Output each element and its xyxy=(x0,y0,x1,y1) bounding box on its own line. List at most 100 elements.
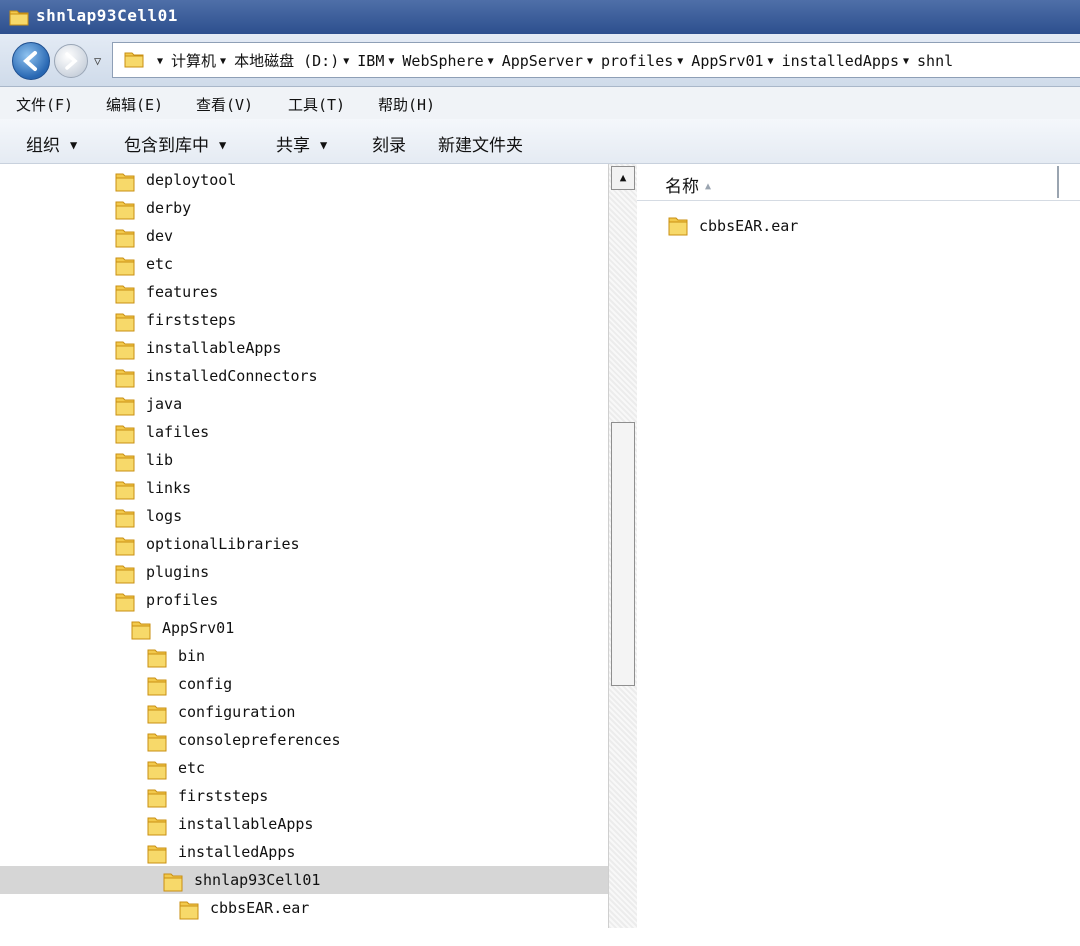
breadcrumb-item[interactable]: 本地磁盘 (D:) xyxy=(234,52,339,70)
tree-item[interactable]: installableApps xyxy=(0,334,608,362)
menu-file[interactable]: 文件(F) xyxy=(16,94,73,115)
chevron-down-icon: ▼ xyxy=(219,138,227,152)
tree-item-label: installableApps xyxy=(178,815,314,833)
tree-item[interactable]: optionalLibraries xyxy=(0,530,608,558)
tree-item[interactable]: cbbsEAR.ear xyxy=(0,894,608,922)
tree-item-label: firststeps xyxy=(146,311,237,329)
tree-item-label: lafiles xyxy=(146,423,210,441)
tree-item[interactable]: lafiles xyxy=(0,418,608,446)
tree-item-label: installableApps xyxy=(146,339,282,357)
menu-view[interactable]: 查看(V) xyxy=(196,94,253,115)
include-in-library-button[interactable]: 包含到库中 ▼ xyxy=(124,131,226,156)
column-divider[interactable] xyxy=(1057,166,1059,198)
recent-pages-dropdown[interactable]: ▽ xyxy=(94,54,101,68)
chevron-down-icon[interactable]: ▼ xyxy=(220,56,226,67)
menu-tools[interactable]: 工具(T) xyxy=(288,94,345,115)
tree-item-label: derby xyxy=(146,199,192,217)
tree-item[interactable]: firststeps xyxy=(0,306,608,334)
breadcrumb-item[interactable]: WebSphere xyxy=(402,52,483,70)
tree-item[interactable]: firststeps xyxy=(0,782,608,810)
chevron-down-icon[interactable]: ▼ xyxy=(903,56,909,67)
tree-item[interactable]: java xyxy=(0,390,608,418)
breadcrumb-item[interactable]: AppServer xyxy=(502,52,583,70)
chevron-down-icon[interactable]: ▼ xyxy=(488,56,494,67)
tree-item-label: firststeps xyxy=(178,787,269,805)
navigation-tree: deploytool derby dev etc features firststeps i… xyxy=(0,164,608,928)
tree-item[interactable]: plugins xyxy=(0,558,608,586)
window-title: shnlap93Cell01 xyxy=(36,6,178,25)
sort-ascending-icon: ▲ xyxy=(705,181,712,192)
tree-item[interactable]: links xyxy=(0,474,608,502)
bottom-edge xyxy=(0,928,1080,946)
tree-item[interactable]: etc xyxy=(0,754,608,782)
tree-item[interactable]: dev xyxy=(0,222,608,250)
tree-item-label: consolepreferences xyxy=(178,731,341,749)
tree-item-label: bin xyxy=(178,647,206,665)
tree-item[interactable]: config xyxy=(0,670,608,698)
scroll-up-button[interactable]: ▲ xyxy=(611,166,635,190)
new-folder-button[interactable]: 新建文件夹 xyxy=(438,131,523,156)
back-arrow-icon xyxy=(22,51,37,71)
back-button[interactable] xyxy=(12,42,50,80)
chevron-down-icon[interactable]: ▼ xyxy=(157,56,163,67)
menu-edit[interactable]: 编辑(E) xyxy=(106,94,163,115)
folder-icon xyxy=(667,214,689,242)
share-button[interactable]: 共享 ▼ xyxy=(276,131,327,156)
tree-item-label: deploytool xyxy=(146,171,237,189)
tree-scrollbar[interactable]: ▲ xyxy=(608,164,638,928)
forward-arrow-icon xyxy=(65,52,78,70)
burn-button[interactable]: 刻录 xyxy=(372,131,406,156)
tree-item[interactable]: installedConnectors xyxy=(0,362,608,390)
tree-item[interactable]: configuration xyxy=(0,698,608,726)
tree-item[interactable]: bin xyxy=(0,642,608,670)
tree-item-label: config xyxy=(178,675,233,693)
chevron-down-icon[interactable]: ▼ xyxy=(768,56,774,67)
tree-item-label: dev xyxy=(146,227,174,245)
tree-item-label: etc xyxy=(146,255,174,273)
tree-item[interactable]: lib xyxy=(0,446,608,474)
tree-item[interactable]: installedApps xyxy=(0,838,608,866)
chevron-down-icon[interactable]: ▼ xyxy=(587,56,593,67)
address-input[interactable]: ▼ 计算机 ▼ 本地磁盘 (D:) ▼ IBM ▼ WebSphere ▼ AppServer ▼ p… xyxy=(112,42,1080,78)
tree-item-label: cbbsEAR.ear xyxy=(210,899,310,917)
chevron-down-icon[interactable]: ▼ xyxy=(388,56,394,67)
forward-button[interactable] xyxy=(54,44,88,78)
tree-item-label: java xyxy=(146,395,183,413)
address-bar: ▽ ▼ 计算机 ▼ 本地磁盘 (D:) ▼ IBM ▼ WebSphere ▼ AppServer… xyxy=(0,34,1080,87)
breadcrumb-item[interactable]: installedApps xyxy=(782,52,899,70)
tree-item[interactable]: profiles xyxy=(0,586,608,614)
chevron-down-icon[interactable]: ▼ xyxy=(343,56,349,67)
file-list: 名称 ▲ cbbsEAR.ear xyxy=(637,164,1080,928)
scrollbar-thumb[interactable] xyxy=(611,422,635,686)
tree-item-label: links xyxy=(146,479,192,497)
column-header-name[interactable]: 名称 ▲ xyxy=(637,164,1080,201)
tree-item[interactable]: AppSrv01 xyxy=(0,614,608,642)
breadcrumb-item[interactable]: shnl xyxy=(917,52,953,70)
menu-bar: 文件(F) 编辑(E) 查看(V) 工具(T) 帮助(H) xyxy=(0,87,1080,119)
tree-item[interactable]: features xyxy=(0,278,608,306)
chevron-down-icon: ▼ xyxy=(70,138,78,152)
breadcrumb-item[interactable]: 计算机 xyxy=(171,52,216,70)
tree-item[interactable]: consolepreferences xyxy=(0,726,608,754)
tree-item-label: features xyxy=(146,283,219,301)
tree-item[interactable]: logs xyxy=(0,502,608,530)
tree-item-label: installedConnectors xyxy=(146,367,318,385)
breadcrumb-item[interactable]: IBM xyxy=(357,52,384,70)
organize-button[interactable]: 组织 ▼ xyxy=(26,131,77,156)
tree-item[interactable]: shnlap93Cell01 xyxy=(0,866,608,894)
tree-item-label: AppSrv01 xyxy=(162,619,235,637)
breadcrumb: ▼ 计算机 ▼ 本地磁盘 (D:) ▼ IBM ▼ WebSphere ▼ AppServer ▼ p… xyxy=(153,50,953,71)
tree-item[interactable]: deploytool xyxy=(0,166,608,194)
folder-icon xyxy=(123,48,145,74)
breadcrumb-item[interactable]: profiles xyxy=(601,52,673,70)
tree-item-label: installedApps xyxy=(178,843,296,861)
tree-item-label: optionalLibraries xyxy=(146,535,300,553)
tree-item-label: plugins xyxy=(146,563,210,581)
chevron-down-icon[interactable]: ▼ xyxy=(677,56,683,67)
chevron-up-icon: ▲ xyxy=(619,171,627,184)
menu-help[interactable]: 帮助(H) xyxy=(378,94,435,115)
breadcrumb-item[interactable]: AppSrv01 xyxy=(691,52,763,70)
tree-item[interactable]: installableApps xyxy=(0,810,608,838)
tree-item[interactable]: etc xyxy=(0,250,608,278)
tree-item[interactable]: derby xyxy=(0,194,608,222)
